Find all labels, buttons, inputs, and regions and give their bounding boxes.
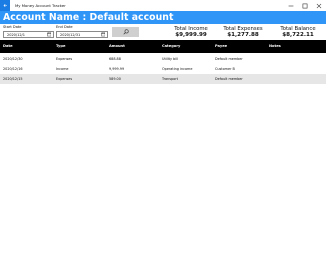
column-header-type[interactable]: Type — [56, 44, 65, 48]
minimize-button[interactable] — [284, 0, 298, 11]
column-header-payee[interactable]: Payee — [215, 44, 227, 48]
end-date-picker[interactable]: 2020/12/31 — [56, 31, 108, 38]
search-icon — [122, 29, 129, 35]
cell-amount: 589.00 — [109, 77, 121, 81]
table-row[interactable]: 2020/12/16 Income 9,999.99 Operating inc… — [0, 64, 326, 74]
column-header-category[interactable]: Category — [162, 44, 180, 48]
app-icon — [0, 0, 10, 11]
end-date-value: 2020/12/31 — [60, 32, 81, 37]
back-arrow-icon — [3, 4, 7, 7]
calendar-icon — [46, 32, 52, 37]
total-income-value: $9,999.99 — [175, 32, 207, 38]
minimize-icon — [288, 5, 294, 6]
end-date-label: End Date — [56, 25, 73, 29]
close-button[interactable] — [312, 0, 326, 11]
cell-type: Expenses — [56, 57, 73, 61]
column-header-notes[interactable]: Notes — [269, 44, 281, 48]
account-header: Account Name : Default account — [0, 11, 326, 24]
account-title: Account Name : Default account — [3, 12, 174, 23]
column-header-amount[interactable]: Amount — [109, 44, 125, 48]
calendar-icon — [100, 32, 106, 37]
cell-amount: 688.88 — [109, 57, 121, 61]
cell-category: Utility bill — [162, 57, 179, 61]
cell-payee: Default member — [215, 77, 243, 81]
title-bar: My Money Account Tracker — [0, 0, 326, 11]
window-title: My Money Account Tracker — [15, 3, 66, 8]
cell-date: 2020/12/15 — [3, 77, 23, 81]
search-button[interactable] — [112, 27, 139, 37]
table-header: Date Type Amount Category Payee Notes — [0, 40, 326, 53]
start-date-picker[interactable]: 2020/12/1 — [3, 31, 54, 38]
cell-payee: Default member — [215, 57, 243, 61]
total-expenses-value: $1,277.88 — [227, 32, 259, 38]
maximize-button[interactable] — [298, 0, 312, 11]
cell-date: 2020/12/30 — [3, 57, 23, 61]
total-balance-value: $8,722.11 — [282, 32, 314, 38]
cell-date: 2020/12/16 — [3, 67, 23, 71]
start-date-value: 2020/12/1 — [7, 32, 25, 37]
close-icon — [316, 3, 322, 8]
cell-type: Expenses — [56, 77, 73, 81]
cell-amount: 9,999.99 — [109, 67, 125, 71]
cell-payee: Customer B — [215, 67, 235, 71]
window-controls — [284, 0, 326, 11]
cell-category: Operating income — [162, 67, 193, 71]
table-row-selected[interactable]: 2020/12/15 Expenses 589.00 Transport Def… — [0, 74, 326, 84]
maximize-icon — [302, 3, 308, 8]
start-date-label: Start Date — [3, 25, 22, 29]
column-header-date[interactable]: Date — [3, 44, 13, 48]
cell-category: Transport — [162, 77, 178, 81]
cell-type: Income — [56, 67, 69, 71]
table-row[interactable]: 2020/12/30 Expenses 688.88 Utility bill … — [0, 54, 326, 64]
